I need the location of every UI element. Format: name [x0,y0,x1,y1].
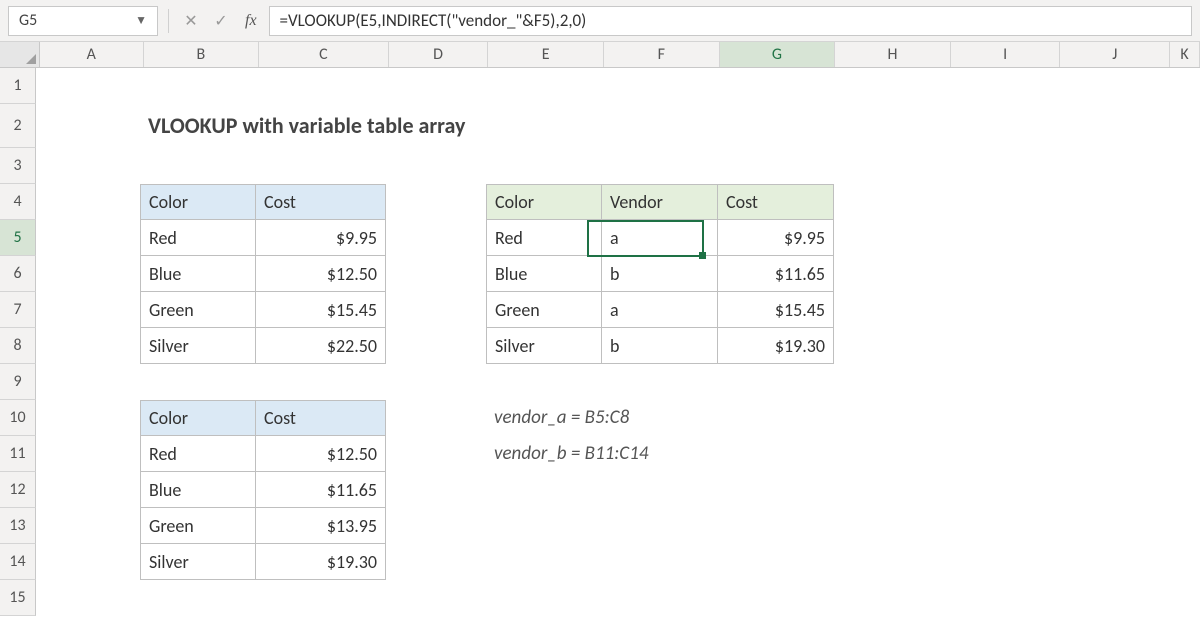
cell[interactable]: $19.30 [256,544,386,580]
cell[interactable]: $15.45 [256,292,386,328]
cell[interactable]: Red [140,436,256,472]
col-header-H[interactable]: H [835,42,951,67]
cell[interactable]: Blue [486,256,602,292]
col-header-A[interactable]: A [40,42,144,67]
cell[interactable]: $12.50 [256,256,386,292]
cell[interactable]: Blue [140,256,256,292]
name-box-value: G5 [19,11,37,30]
row-header-10[interactable]: 10 [0,400,36,436]
cell[interactable]: Green [486,292,602,328]
col-header-I[interactable]: I [951,42,1061,67]
formula-bar: G5 ▼ ✕ ✓ fx =VLOOKUP(E5,INDIRECT("vendor… [0,0,1200,42]
cell[interactable]: b [602,328,718,364]
cell[interactable]: a [602,292,718,328]
cell[interactable]: $13.95 [256,508,386,544]
cell[interactable]: $11.65 [718,256,834,292]
col-header-G[interactable]: G [720,42,836,67]
formula-input[interactable]: =VLOOKUP(E5,INDIRECT("vendor_"&F5),2,0) [269,6,1192,36]
cell[interactable]: $15.45 [718,292,834,328]
table-r-header-vendor[interactable]: Vendor [602,184,718,220]
row-header-1[interactable]: 1 [0,68,36,104]
col-header-D[interactable]: D [389,42,489,67]
row-header-9[interactable]: 9 [0,364,36,400]
cell[interactable]: Silver [140,544,256,580]
table-a-header-cost[interactable]: Cost [256,184,386,220]
cell[interactable]: $22.50 [256,328,386,364]
cell[interactable]: Green [140,508,256,544]
cell[interactable]: Blue [140,472,256,508]
cells-area[interactable]: VLOOKUP with variable table array Color … [36,68,1200,616]
separator [168,9,169,33]
col-header-E[interactable]: E [488,42,604,67]
col-header-K[interactable]: K [1170,42,1200,67]
cancel-icon: ✕ [179,9,203,33]
fx-icon[interactable]: fx [239,12,263,30]
col-header-C[interactable]: C [259,42,389,67]
row-header-11[interactable]: 11 [0,436,36,472]
column-headers: A B C D E F G H I J K [0,42,1200,68]
cell[interactable]: Red [140,220,256,256]
table-b-header-color[interactable]: Color [140,400,256,436]
col-header-F[interactable]: F [604,42,720,67]
col-header-B[interactable]: B [144,42,260,67]
row-header-8[interactable]: 8 [0,328,36,364]
formula-text: =VLOOKUP(E5,INDIRECT("vendor_"&F5),2,0) [280,10,587,31]
row-header-12[interactable]: 12 [0,472,36,508]
row-header-7[interactable]: 7 [0,292,36,328]
row-header-5[interactable]: 5 [0,220,36,256]
table-b-header-cost[interactable]: Cost [256,400,386,436]
row-headers: 1 2 3 4 5 6 7 8 9 10 11 12 13 14 15 [0,68,36,616]
cell[interactable]: b [602,256,718,292]
page-title: VLOOKUP with variable table array [140,104,256,148]
table-a-header-color[interactable]: Color [140,184,256,220]
cell[interactable]: $12.50 [256,436,386,472]
row-header-4[interactable]: 4 [0,184,36,220]
cell[interactable]: $9.95 [256,220,386,256]
table-r-header-cost[interactable]: Cost [718,184,834,220]
row-header-3[interactable]: 3 [0,148,36,184]
row-header-15[interactable]: 15 [0,580,36,616]
row-header-14[interactable]: 14 [0,544,36,580]
dropdown-icon[interactable]: ▼ [135,13,147,28]
note-line-2: vendor_b = B11:C14 [486,436,602,472]
col-header-J[interactable]: J [1060,42,1170,67]
select-all-corner[interactable] [0,42,40,67]
cell[interactable]: Silver [486,328,602,364]
grid-body: 1 2 3 4 5 6 7 8 9 10 11 12 13 14 15 VLOO… [0,68,1200,616]
row-header-6[interactable]: 6 [0,256,36,292]
cell[interactable]: $11.65 [256,472,386,508]
enter-icon: ✓ [209,9,233,33]
note-line-1: vendor_a = B5:C8 [486,400,602,436]
cell[interactable]: Red [486,220,602,256]
excel-app: G5 ▼ ✕ ✓ fx =VLOOKUP(E5,INDIRECT("vendor… [0,0,1200,630]
cell[interactable]: Green [140,292,256,328]
cell-G5[interactable]: $9.95 [718,220,834,256]
table-r-header-color[interactable]: Color [486,184,602,220]
cell[interactable]: $19.30 [718,328,834,364]
row-header-2[interactable]: 2 [0,104,36,148]
cell[interactable]: Silver [140,328,256,364]
row-header-13[interactable]: 13 [0,508,36,544]
name-box[interactable]: G5 ▼ [8,6,158,36]
cell[interactable]: a [602,220,718,256]
